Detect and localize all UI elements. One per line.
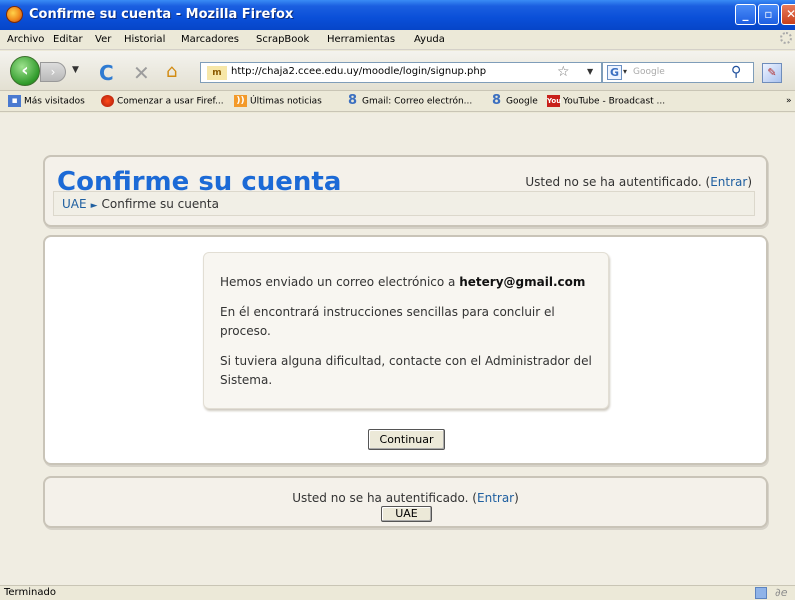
menu-marcadores[interactable]: Marcadores (181, 34, 239, 45)
folder-icon: ▪ (8, 95, 21, 107)
status-text: Terminado (4, 587, 56, 598)
search-input[interactable]: Google (633, 67, 665, 77)
menu-historial[interactable]: Historial (124, 34, 165, 45)
close-button[interactable]: ✕ (781, 4, 795, 25)
message-instructions-text: En él encontrará instrucciones sencillas… (220, 305, 555, 338)
menu-ver[interactable]: Ver (95, 34, 111, 45)
page-header: Confirme su cuenta Usted no se ha autent… (43, 155, 768, 227)
bookmark-gmail[interactable]: 8 Gmail: Correo electrón... (346, 93, 472, 108)
menu-herramientas[interactable]: Herramientas (327, 34, 395, 45)
menu-scrapbook[interactable]: ScrapBook (256, 34, 309, 45)
bookmark-comenzar[interactable]: Comenzar a usar Firef... (101, 95, 224, 107)
home-uae-button[interactable]: UAE (381, 506, 432, 522)
navigation-toolbar: ‹ › ▼ C ✕ ⌂ m http://chaja2.ccee.edu.uy/… (0, 51, 795, 91)
message-contact-text: Si tuviera alguna dificultad, contacte c… (220, 354, 592, 387)
url-bar[interactable]: m http://chaja2.ccee.edu.uy/moodle/login… (200, 62, 602, 83)
forward-arrow-icon: › (50, 65, 56, 79)
forward-button[interactable]: › (40, 62, 66, 82)
login-info: Usted no se ha autentificado. (Entrar) (525, 175, 752, 189)
bookmarks-toolbar: ▪ Más visitados Comenzar a usar Firef... … (0, 92, 795, 112)
message-sent-text: Hemos enviado un correo electrónico a he… (220, 275, 586, 289)
back-button[interactable]: ‹ (10, 56, 40, 86)
google-engine-icon[interactable]: G (607, 65, 622, 80)
status-addon-icon: ∂e (775, 586, 788, 599)
maximize-button[interactable]: ▫ (758, 4, 779, 25)
bookmark-mas-visitados[interactable]: ▪ Más visitados (8, 95, 85, 107)
breadcrumb-arrow-icon: ► (90, 201, 98, 211)
stop-icon[interactable]: ✕ (133, 61, 150, 85)
bookmark-youtube[interactable]: You YouTube - Broadcast ... (547, 95, 665, 107)
google-bookmark-icon: 8 (491, 93, 502, 108)
footer-login-info: Usted no se ha autentificado. (Entrar) (292, 491, 519, 505)
email-address: hetery@gmail.com (459, 275, 586, 289)
minimize-button[interactable]: _ (735, 4, 756, 25)
rss-icon: )) (234, 95, 247, 107)
breadcrumb-current: Confirme su cuenta (101, 197, 219, 211)
bookmark-ultimas-noticias[interactable]: )) Últimas noticias (234, 95, 322, 107)
edit-page-icon[interactable]: ✎ (762, 63, 782, 83)
menu-ayuda[interactable]: Ayuda (414, 34, 445, 45)
menu-editar[interactable]: Editar (53, 34, 83, 45)
footer-login-link[interactable]: Entrar (477, 491, 514, 505)
reload-icon[interactable]: C (99, 61, 114, 85)
firefox-icon (6, 6, 23, 23)
google-bookmark-icon: 8 (347, 93, 358, 108)
url-text[interactable]: http://chaja2.ccee.edu.uy/moodle/login/s… (231, 66, 486, 77)
status-bar: Terminado ∂e (0, 585, 795, 600)
bookmark-google[interactable]: 8 Google (490, 93, 538, 108)
engine-dropdown-icon[interactable]: ▾ (623, 67, 627, 76)
confirmation-message-box: Hemos enviado un correo electrónico a he… (203, 252, 609, 409)
throbber-icon (780, 32, 792, 44)
login-link[interactable]: Entrar (710, 175, 747, 189)
window-title: Confirme su cuenta - Mozilla Firefox (29, 7, 294, 22)
back-arrow-icon: ‹ (21, 60, 29, 81)
breadcrumb-home-link[interactable]: UAE (62, 197, 87, 211)
bookmarks-overflow-icon[interactable]: » (786, 96, 792, 106)
main-content: Hemos enviado un correo electrónico a he… (43, 235, 768, 465)
site-favicon-icon: m (207, 66, 227, 80)
search-magnifier-icon[interactable]: ⚲ (731, 64, 741, 80)
bookmark-star-icon[interactable]: ☆ (557, 64, 570, 80)
status-panel-icon (755, 587, 767, 599)
home-icon[interactable]: ⌂ (166, 61, 177, 82)
menu-archivo[interactable]: Archivo (7, 34, 44, 45)
youtube-icon: You (547, 95, 562, 107)
url-dropdown-icon[interactable]: ▼ (587, 67, 593, 76)
menu-bar: Archivo Editar Ver Historial Marcadores … (0, 30, 795, 50)
continue-button[interactable]: Continuar (368, 429, 445, 450)
search-bar[interactable]: G ▾ Google ⚲ (602, 62, 754, 83)
breadcrumb: UAE ► Confirme su cuenta (53, 191, 755, 216)
history-dropdown-icon[interactable]: ▼ (72, 65, 79, 75)
window-title-bar: Confirme su cuenta - Mozilla Firefox _ ▫… (0, 0, 795, 30)
page-footer: Usted no se ha autentificado. (Entrar) U… (43, 476, 768, 528)
firefox-bookmark-icon (101, 95, 114, 107)
